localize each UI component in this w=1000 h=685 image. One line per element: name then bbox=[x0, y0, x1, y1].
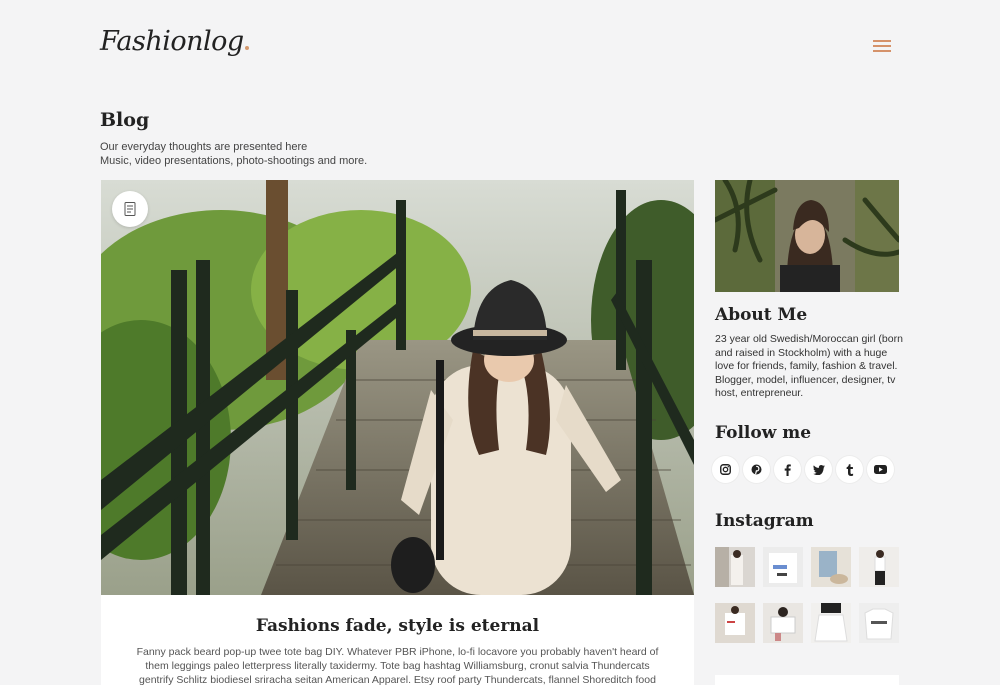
tumblr-link[interactable] bbox=[836, 456, 863, 483]
facebook-link[interactable] bbox=[774, 456, 801, 483]
facebook-icon bbox=[784, 463, 791, 476]
post-featured-image[interactable] bbox=[101, 180, 694, 595]
instagram-link[interactable] bbox=[712, 456, 739, 483]
page-subtitle-line-1: Our everyday thoughts are presented here bbox=[100, 141, 308, 153]
youtube-link[interactable] bbox=[867, 456, 894, 483]
instagram-heading: Instagram bbox=[715, 511, 814, 531]
instagram-grid bbox=[715, 547, 899, 643]
sidebar-next-widget bbox=[715, 675, 899, 685]
page-title: Blog bbox=[100, 109, 150, 131]
youtube-icon bbox=[874, 465, 887, 474]
about-me-photo bbox=[715, 180, 899, 292]
page-subtitle: Our everyday thoughts are presented here… bbox=[100, 141, 367, 168]
site-logo[interactable]: Fashionlog bbox=[100, 26, 249, 57]
document-icon bbox=[124, 202, 136, 216]
logo-dot bbox=[244, 46, 249, 50]
twitter-link[interactable] bbox=[805, 456, 832, 483]
pinterest-icon bbox=[751, 464, 762, 475]
about-me-heading: About Me bbox=[715, 305, 808, 325]
hamburger-icon[interactable] bbox=[873, 38, 891, 54]
page-subtitle-line-2: Music, video presentations, photo-shooti… bbox=[100, 154, 368, 167]
instagram-tile[interactable] bbox=[715, 547, 755, 587]
post-title[interactable]: Fashions fade, style is eternal bbox=[101, 616, 694, 636]
instagram-tile[interactable] bbox=[859, 603, 899, 643]
follow-me-heading: Follow me bbox=[715, 423, 812, 443]
instagram-tile[interactable] bbox=[715, 603, 755, 643]
instagram-tile[interactable] bbox=[763, 603, 803, 643]
tumblr-icon bbox=[846, 463, 853, 476]
post-format-badge[interactable] bbox=[112, 191, 148, 227]
pinterest-link[interactable] bbox=[743, 456, 770, 483]
instagram-tile[interactable] bbox=[763, 547, 803, 587]
instagram-tile[interactable] bbox=[859, 547, 899, 587]
post-card: Fashions fade, style is eternal Fanny pa… bbox=[101, 180, 694, 685]
post-excerpt: Fanny pack beard pop-up twee tote bag DI… bbox=[136, 646, 659, 685]
instagram-tile[interactable] bbox=[811, 547, 851, 587]
about-me-text: 23 year old Swedish/Moroccan girl (born … bbox=[715, 333, 903, 399]
twitter-icon bbox=[812, 464, 825, 475]
social-links bbox=[712, 456, 894, 483]
instagram-icon bbox=[720, 464, 731, 475]
instagram-tile[interactable] bbox=[811, 603, 851, 643]
